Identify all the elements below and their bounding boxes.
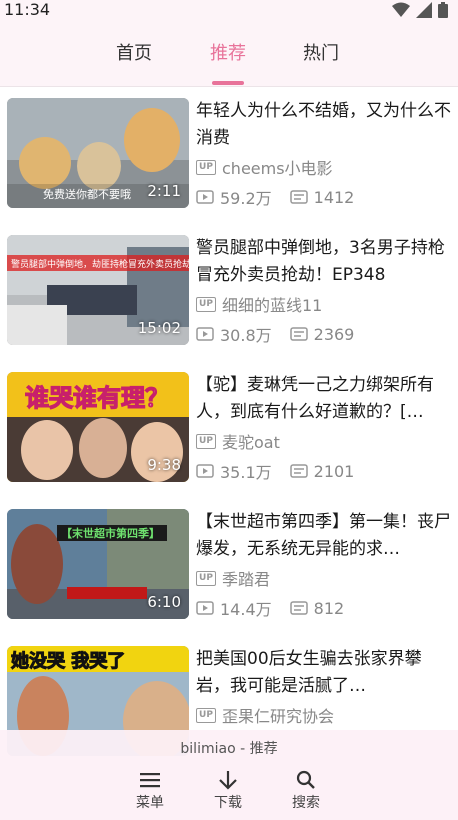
video-uploader[interactable]: UP 细细的蓝线11 xyxy=(196,292,322,316)
up-badge-icon: UP xyxy=(196,433,216,449)
uploader-name: 季踏君 xyxy=(222,570,271,589)
tab-hot[interactable]: 热门 xyxy=(303,42,339,66)
video-thumbnail[interactable]: 谁哭谁有理？ 9:38 xyxy=(7,372,189,482)
video-stats: 59.2万 1412 xyxy=(196,185,354,209)
top-tabs: 首页 推荐 热门 xyxy=(0,22,458,87)
download-icon xyxy=(219,771,237,790)
video-card[interactable]: 免费送你都不要哦 2:11 年轻人为什么不结婚，又为什么不消费 UP cheem… xyxy=(0,87,458,211)
view-count: 14.4万 xyxy=(220,600,272,619)
tab-home[interactable]: 首页 xyxy=(116,42,152,66)
up-badge-icon: UP xyxy=(196,570,216,586)
video-card[interactable]: 【末世超市第四季】 6:10 【末世超市第四季】第一集！丧尸爆发，无系统无异能的… xyxy=(0,498,458,622)
nav-search-label: 搜索 xyxy=(292,795,320,811)
video-uploader[interactable]: UP 歪果仁研究协会 xyxy=(196,703,334,727)
video-thumbnail[interactable]: 免费送你都不要哦 2:11 xyxy=(7,98,189,208)
video-duration: 15:02 xyxy=(137,319,181,337)
battery-icon xyxy=(438,2,448,18)
danmaku-count: 2101 xyxy=(313,461,355,481)
video-title[interactable]: 把美国00后女生骗去张家界攀岩，我可能是活腻了… xyxy=(196,646,452,700)
app-title: bilimiao - 推荐 xyxy=(180,741,278,757)
up-badge-icon: UP xyxy=(196,159,216,175)
play-count-icon xyxy=(196,464,214,478)
up-badge-icon: UP xyxy=(196,707,216,723)
danmaku-count: 812 xyxy=(313,598,345,618)
view-count: 59.2万 xyxy=(220,189,272,208)
thumbnail-caption: 警员腿部中弹倒地，劫匪持枪冒充外卖员抢劫 xyxy=(11,258,189,270)
nav-menu-label: 菜单 xyxy=(136,795,164,811)
status-time: 11:34 xyxy=(4,0,51,19)
uploader-name: 细细的蓝线11 xyxy=(222,296,323,315)
video-uploader[interactable]: UP 季踏君 xyxy=(196,566,270,590)
play-count-icon xyxy=(196,190,214,204)
thumbnail-caption: 谁哭谁有理？ xyxy=(25,384,169,412)
wifi-icon xyxy=(392,2,410,17)
danmaku-count: 2369 xyxy=(313,324,355,344)
video-stats: 35.1万 2101 xyxy=(196,459,354,483)
tab-indicator xyxy=(212,81,244,85)
thumbnail-caption: 【末世超市第四季】 xyxy=(61,526,160,540)
nav-download-button[interactable]: 下载 xyxy=(198,770,258,812)
status-bar: 11:34 xyxy=(0,0,458,22)
status-icons xyxy=(392,2,448,18)
video-title[interactable]: 【末世超市第四季】第一集！丧尸爆发，无系统无异能的求… xyxy=(196,509,452,563)
play-count-icon xyxy=(196,327,214,341)
thumbnail-caption: 她没哭 我哭了 xyxy=(11,650,125,672)
nav-download-label: 下载 xyxy=(214,795,242,811)
video-thumbnail[interactable]: 【末世超市第四季】 6:10 xyxy=(7,509,189,619)
signal-icon xyxy=(416,2,432,18)
view-count: 30.8万 xyxy=(220,326,272,345)
thumbnail-caption: 免费送你都不要哦 xyxy=(43,187,131,201)
uploader-name: 歪果仁研究协会 xyxy=(222,707,335,726)
video-card[interactable]: 警员腿部中弹倒地，劫匪持枪冒充外卖员抢劫 15:02 警员腿部中弹倒地，3名男子… xyxy=(0,224,458,348)
tab-recommend[interactable]: 推荐 xyxy=(210,42,246,66)
video-title[interactable]: 年轻人为什么不结婚，又为什么不消费 xyxy=(196,98,452,152)
video-duration: 2:11 xyxy=(147,182,181,200)
up-badge-icon: UP xyxy=(196,296,216,312)
video-thumbnail[interactable]: 警员腿部中弹倒地，劫匪持枪冒充外卖员抢劫 15:02 xyxy=(7,235,189,345)
video-card[interactable]: 谁哭谁有理？ 9:38 【驼】麦琳凭一己之力绑架所有人，到底有什么好道歉的？[…… xyxy=(0,361,458,485)
play-count-icon xyxy=(196,601,214,615)
video-title[interactable]: 警员腿部中弹倒地，3名男子持枪冒充外卖员抢劫！EP348 xyxy=(196,235,452,289)
danmaku-icon xyxy=(289,464,308,478)
nav-search-button[interactable]: 搜索 xyxy=(276,770,336,812)
uploader-name: cheems小电影 xyxy=(222,159,333,178)
uploader-name: 麦驼oat xyxy=(222,433,280,452)
video-stats: 14.4万 812 xyxy=(196,596,344,620)
video-duration: 6:10 xyxy=(147,593,181,611)
video-stats: 30.8万 2369 xyxy=(196,322,354,346)
video-duration: 9:38 xyxy=(147,456,181,474)
nav-menu-button[interactable]: 菜单 xyxy=(120,770,180,812)
danmaku-icon xyxy=(289,190,308,204)
danmaku-icon xyxy=(289,327,308,341)
video-list[interactable]: 免费送你都不要哦 2:11 年轻人为什么不结婚，又为什么不消费 UP cheem… xyxy=(0,87,458,820)
view-count: 35.1万 xyxy=(220,463,272,482)
bottom-bar: bilimiao - 推荐 菜单 下载 搜索 xyxy=(0,730,458,820)
video-uploader[interactable]: UP cheems小电影 xyxy=(196,155,333,179)
search-icon xyxy=(296,770,315,789)
video-title[interactable]: 【驼】麦琳凭一己之力绑架所有人，到底有什么好道歉的？[… xyxy=(196,372,452,426)
video-uploader[interactable]: UP 麦驼oat xyxy=(196,429,280,453)
menu-icon xyxy=(140,773,160,788)
danmaku-icon xyxy=(289,601,308,615)
danmaku-count: 1412 xyxy=(313,187,355,207)
